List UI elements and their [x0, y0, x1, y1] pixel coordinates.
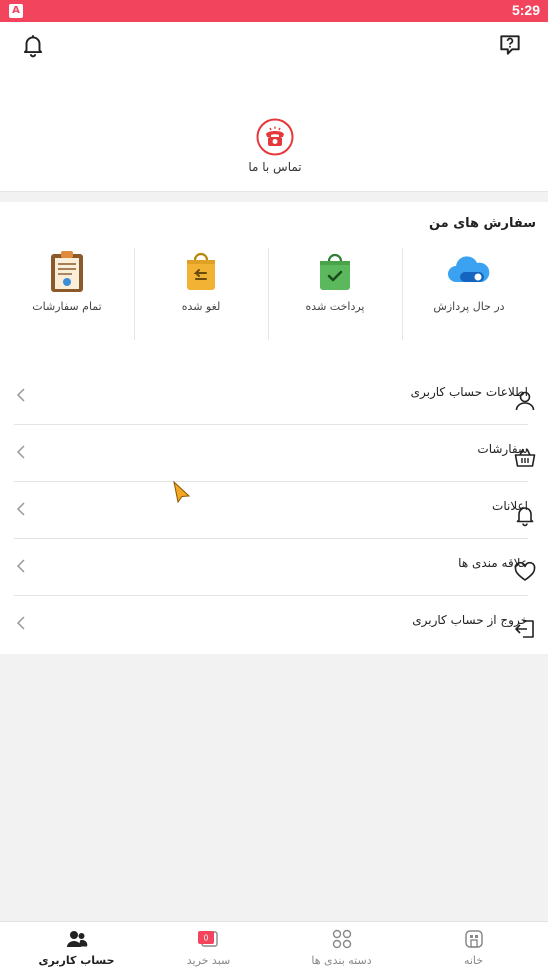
- cart-icon: 0: [197, 931, 218, 947]
- cancelled-bag-icon: [187, 252, 215, 290]
- order-status-processing[interactable]: در حال پردازش: [402, 248, 536, 340]
- paid-bag-icon: [320, 253, 350, 290]
- nav-label: حساب کاربری: [38, 954, 115, 967]
- order-status-paid[interactable]: پرداخت شده: [268, 248, 402, 340]
- nav-label: سبد خرید: [186, 954, 231, 967]
- profile-header: تماس با ما: [0, 22, 548, 192]
- order-status-label: پرداخت شده: [305, 300, 365, 313]
- help-icon[interactable]: [497, 32, 523, 58]
- bottom-navigation: خانه دسته بندی ها 0 سبد خرید حساب کاربری: [0, 921, 548, 976]
- order-status-label: لغو شده: [181, 300, 221, 313]
- home-icon: [464, 930, 483, 948]
- nav-home[interactable]: خانه: [405, 928, 542, 974]
- nav-label: خانه: [463, 954, 484, 967]
- cart-badge: 0: [203, 934, 208, 943]
- menu-item-label: اطلاعات حساب کاربری: [410, 385, 528, 399]
- logout-icon: [515, 620, 534, 638]
- menu-item-logout[interactable]: خروج از حساب کاربری: [14, 596, 528, 653]
- menu-item-account-info[interactable]: اطلاعات حساب کاربری: [14, 368, 528, 425]
- cloud-toggle-icon: [448, 256, 490, 282]
- chevron-left-icon: [16, 502, 25, 516]
- order-status-cancelled[interactable]: لغو شده: [134, 248, 268, 340]
- app-notification-icon: A: [9, 4, 23, 18]
- bell-icon[interactable]: [20, 32, 46, 58]
- users-icon: [66, 931, 87, 947]
- chevron-left-icon: [16, 559, 25, 573]
- phone-icon: [256, 118, 294, 156]
- chevron-left-icon: [16, 616, 25, 630]
- nav-cart[interactable]: 0 سبد خرید: [140, 928, 277, 974]
- clipboard-icon: [51, 251, 83, 292]
- menu-item-notifications[interactable]: اعلانات: [14, 482, 528, 539]
- contact-us-label: تماس با ما: [248, 160, 302, 174]
- user-icon: [515, 391, 535, 411]
- mouse-cursor-icon: [173, 480, 191, 504]
- nav-categories[interactable]: دسته بندی ها: [273, 928, 410, 974]
- menu-item-label: خروج از حساب کاربری: [412, 613, 528, 627]
- heart-icon: [514, 561, 536, 581]
- bell-icon: [516, 507, 534, 527]
- basket-icon: [514, 448, 536, 467]
- menu-item-favorites[interactable]: علاقه مندی ها: [14, 539, 528, 596]
- my-orders-section: سفارش های من در حال پردازش پرداخت شده لغ…: [0, 202, 548, 654]
- contact-us-button[interactable]: تماس با ما: [230, 118, 320, 174]
- status-time: 5:29: [511, 2, 540, 18]
- order-status-all[interactable]: تمام سفارشات: [0, 248, 134, 340]
- my-orders-title: سفارش های من: [428, 216, 536, 231]
- order-status-label: تمام سفارشات: [32, 300, 102, 313]
- divider: [134, 248, 135, 340]
- chevron-left-icon: [16, 445, 25, 459]
- divider: [402, 248, 403, 340]
- order-status-label: در حال پردازش: [433, 300, 505, 313]
- nav-account[interactable]: حساب کاربری: [8, 928, 145, 974]
- grid-icon: [332, 929, 351, 949]
- menu-item-orders[interactable]: سفارشات: [14, 425, 528, 482]
- status-bar: A 5:29: [0, 0, 548, 22]
- chevron-left-icon: [16, 388, 25, 402]
- nav-label: دسته بندی ها: [311, 954, 372, 967]
- divider: [268, 248, 269, 340]
